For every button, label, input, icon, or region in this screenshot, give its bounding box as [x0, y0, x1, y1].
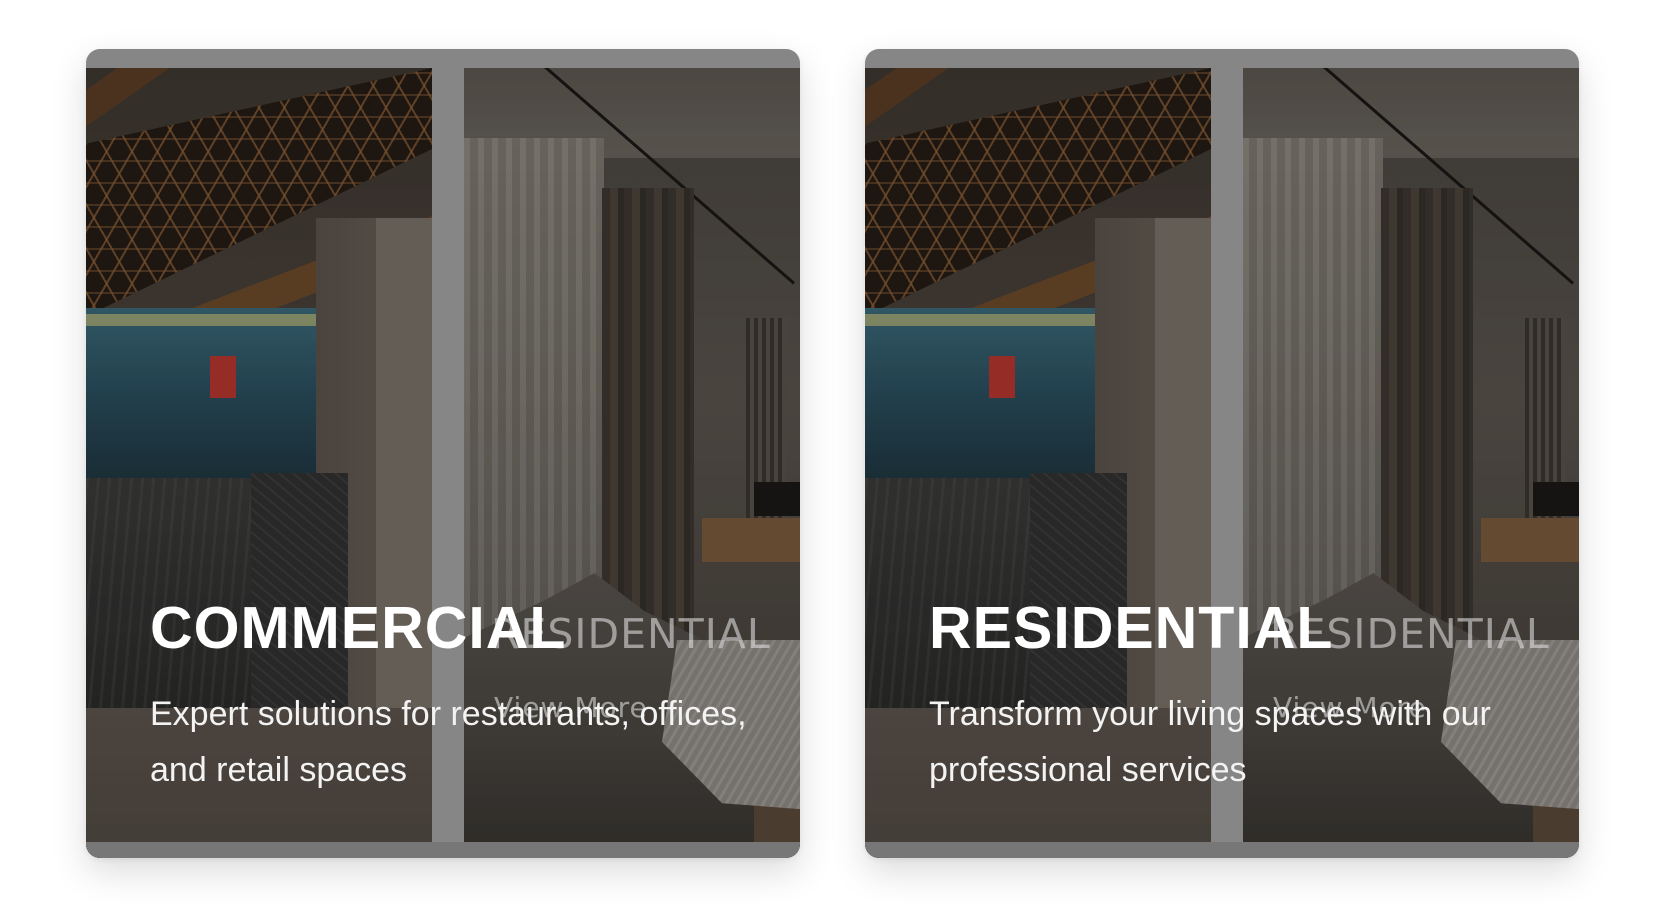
service-card-residential[interactable]: RESIDENTIAL View More RESIDENTIAL Transf… — [865, 49, 1579, 858]
card-title: COMMERCIAL — [150, 595, 567, 661]
card-description: Expert solutions for restaurants, office… — [150, 695, 747, 789]
card-bottom-strip — [86, 842, 800, 858]
card-bottom-strip — [865, 842, 1579, 858]
card-title: RESIDENTIAL — [929, 595, 1334, 661]
service-card-commercial[interactable]: RESIDENTIAL View More COMMERCIAL Expert … — [86, 49, 800, 858]
card-description: Transform your living spaces with our pr… — [929, 695, 1491, 789]
